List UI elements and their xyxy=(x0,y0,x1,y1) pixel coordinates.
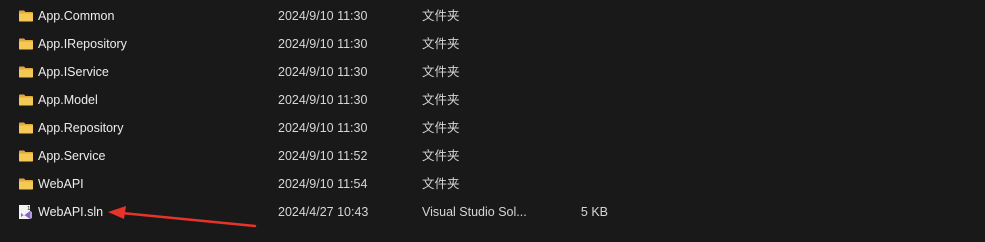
file-type: 文件夹 xyxy=(422,93,460,107)
date-modified: 2024/9/10 11:30 xyxy=(278,9,368,23)
name-column: 17 WebAPI.sln xyxy=(18,198,258,226)
date-modified: 2024/9/10 11:54 xyxy=(278,177,368,191)
file-type: 文件夹 xyxy=(422,9,460,23)
name-column: App.Common xyxy=(18,2,258,30)
folder-icon xyxy=(18,64,34,80)
name-column: App.Model xyxy=(18,86,258,114)
file-name: App.Model xyxy=(38,93,98,107)
name-column: App.IService xyxy=(18,58,258,86)
list-item[interactable]: WebAPI 2024/9/10 11:54 文件夹 xyxy=(0,170,985,198)
file-name: App.IRepository xyxy=(38,37,127,51)
name-column: WebAPI xyxy=(18,170,258,198)
folder-icon xyxy=(18,120,34,136)
file-type: Visual Studio Sol... xyxy=(422,205,527,219)
date-modified: 2024/9/10 11:30 xyxy=(278,93,368,107)
svg-text:17: 17 xyxy=(27,206,34,212)
date-modified: 2024/9/10 11:52 xyxy=(278,149,368,163)
name-column: App.IRepository xyxy=(18,30,258,58)
folder-icon xyxy=(18,36,34,52)
date-modified: 2024/9/10 11:30 xyxy=(278,121,368,135)
folder-icon xyxy=(18,8,34,24)
folder-icon xyxy=(18,92,34,108)
list-item[interactable]: 17 WebAPI.sln 2024/4/27 10:43 Visual Stu… xyxy=(0,198,985,226)
file-name: App.Service xyxy=(38,149,106,163)
folder-icon xyxy=(18,148,34,164)
file-name: App.Repository xyxy=(38,121,124,135)
file-type: 文件夹 xyxy=(422,121,460,135)
file-name: App.IService xyxy=(38,65,109,79)
file-type: 文件夹 xyxy=(422,37,460,51)
list-item[interactable]: App.Common 2024/9/10 11:30 文件夹 xyxy=(0,2,985,30)
file-name: WebAPI xyxy=(38,177,84,191)
date-modified: 2024/4/27 10:43 xyxy=(278,205,369,219)
date-modified: 2024/9/10 11:30 xyxy=(278,37,368,51)
name-column: App.Repository xyxy=(18,114,258,142)
file-name: WebAPI.sln xyxy=(38,205,104,219)
list-item[interactable]: App.IService 2024/9/10 11:30 文件夹 xyxy=(0,58,985,86)
list-item[interactable]: App.Model 2024/9/10 11:30 文件夹 xyxy=(0,86,985,114)
visual-studio-solution-icon: 17 xyxy=(18,204,34,220)
file-list: App.Common 2024/9/10 11:30 文件夹 App.IRepo… xyxy=(0,2,985,226)
list-item[interactable]: App.Repository 2024/9/10 11:30 文件夹 xyxy=(0,114,985,142)
name-column: App.Service xyxy=(18,142,258,170)
file-type: 文件夹 xyxy=(422,177,460,191)
list-item[interactable]: App.Service 2024/9/10 11:52 文件夹 xyxy=(0,142,985,170)
date-modified: 2024/9/10 11:30 xyxy=(278,65,368,79)
file-type: 文件夹 xyxy=(422,149,460,163)
list-item[interactable]: App.IRepository 2024/9/10 11:30 文件夹 xyxy=(0,30,985,58)
file-size: 5 KB xyxy=(580,205,608,219)
file-type: 文件夹 xyxy=(422,65,460,79)
file-name: App.Common xyxy=(38,9,115,23)
folder-icon xyxy=(18,176,34,192)
